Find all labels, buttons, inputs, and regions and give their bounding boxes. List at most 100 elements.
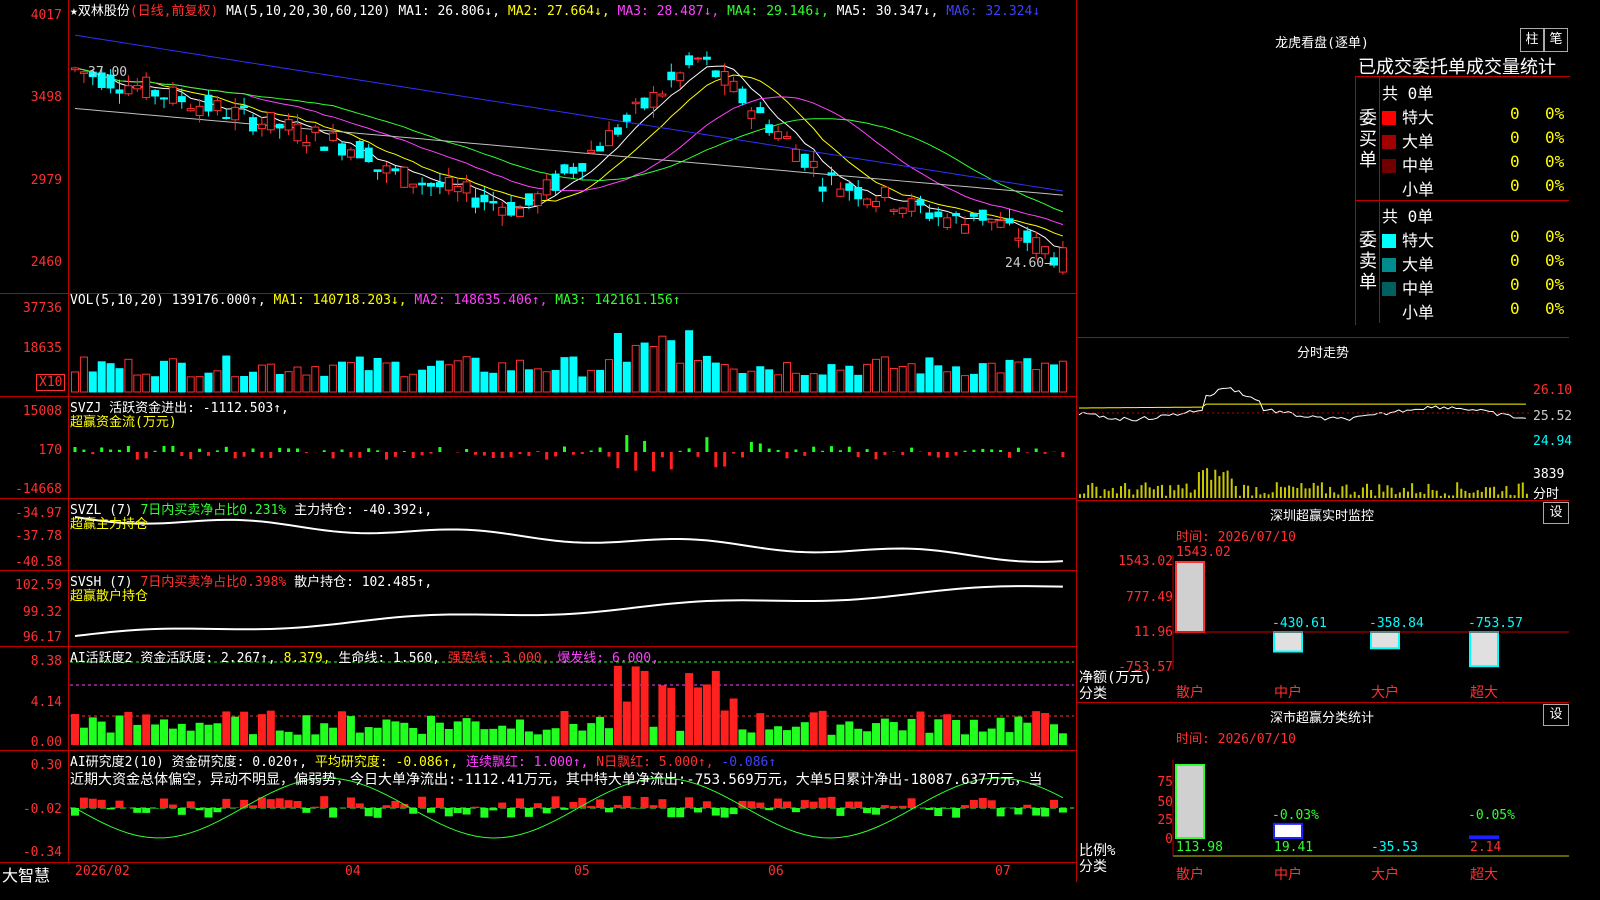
chart-area[interactable]: ★双林股份(日线,前复权) MA(5,10,20,30,60,120) MA1:…: [0, 0, 1076, 885]
fundflow-bar: [242, 452, 246, 457]
research-bar: [711, 808, 720, 816]
intraday-vol-bar: [1333, 492, 1336, 498]
svzj-axis-label: -14668: [15, 482, 62, 497]
activity-bar: [889, 722, 898, 745]
candle-body: [978, 209, 987, 221]
volume-bar: [329, 364, 338, 393]
research-bar: [115, 800, 124, 808]
intraday-vol-bar: [1288, 485, 1291, 498]
activity-bar: [658, 685, 667, 745]
monitor-bar: [1469, 631, 1499, 668]
activity-bar: [480, 729, 489, 745]
candle-body: [1032, 237, 1041, 254]
chart-mode[interactable]: (日线,前复权): [130, 4, 218, 19]
research-bar: [756, 802, 765, 808]
fundflow-bar: [509, 452, 513, 458]
activity-bar: [364, 727, 373, 745]
research-bar: [418, 796, 427, 808]
research-bar: [658, 799, 667, 808]
candle-body: [329, 132, 338, 141]
fundflow-bar: [714, 452, 718, 468]
volume-bar: [142, 373, 151, 393]
fundflow-bar: [830, 446, 833, 452]
volume-bar: [409, 373, 418, 393]
activity-bar: [907, 718, 916, 745]
activity-bar: [1058, 733, 1067, 745]
activity-bar: [435, 722, 444, 745]
ma-prefix: MA(5,10,20,30,60,120): [226, 4, 391, 19]
intraday-vol-bar: [1329, 486, 1332, 498]
research-bar: [729, 808, 738, 815]
svzj-axis-label: 15008: [22, 404, 62, 419]
candle-body: [809, 160, 818, 168]
volume-bar: [1005, 359, 1014, 393]
candle-body: [231, 106, 240, 121]
intraday-vol-bar: [1083, 493, 1086, 498]
activity-bar: [542, 729, 551, 745]
activity-bar: [809, 712, 818, 745]
fundflow-bar: [589, 450, 593, 452]
vol-ma1: MA1: 140718.203↓,: [273, 293, 407, 308]
activity-bar: [231, 716, 240, 745]
activity-bar: [667, 687, 676, 745]
volume-bar: [453, 360, 462, 393]
candle-body: [142, 76, 151, 99]
research-bar: [800, 800, 809, 808]
fundflow-bar: [812, 446, 816, 452]
intraday-vol-bar: [1419, 492, 1422, 498]
candle-body: [729, 80, 738, 93]
research-bar: [79, 797, 88, 808]
fundflow-bar: [385, 452, 388, 460]
fundflow-bar: [118, 449, 121, 452]
fundflow-bar: [349, 452, 353, 458]
candle-body: [373, 169, 382, 172]
activity-bar: [142, 714, 151, 745]
candle-body: [818, 186, 827, 192]
fundflow-bar: [981, 448, 985, 452]
fundflow-bar: [91, 452, 95, 455]
research-bar: [435, 797, 444, 808]
activity-bar: [560, 710, 569, 745]
fundflow-bar: [821, 450, 825, 452]
intraday-vol-bar: [1435, 490, 1438, 498]
candle-body: [516, 207, 524, 217]
volume-bar: [702, 355, 711, 393]
candle-body: [934, 211, 943, 218]
activity-bar: [961, 734, 969, 745]
candle-body: [275, 123, 284, 129]
candle-body: [756, 107, 765, 114]
activity-bar: [916, 711, 925, 745]
research-bar: [551, 796, 560, 808]
ai-active-axis-label: 8.38: [30, 654, 62, 669]
activity-bar: [836, 724, 845, 745]
intraday-vol-bar: [1464, 490, 1467, 498]
activity-bar: [329, 727, 338, 745]
candle-body: [720, 71, 729, 86]
volume-bar: [1058, 360, 1067, 393]
fundflow-bar: [465, 449, 469, 452]
activity-bar: [124, 711, 133, 745]
intraday-vol-bar: [1230, 478, 1233, 498]
intraday-vol-bar: [1169, 485, 1172, 498]
intraday-vol-bar: [1468, 493, 1471, 498]
fundflow-bar: [402, 451, 406, 452]
volume-bar: [195, 376, 204, 393]
chart-canvas[interactable]: [0, 0, 1076, 882]
fundflow-bar: [482, 452, 486, 456]
intraday-vol-bar: [1517, 483, 1520, 498]
activity-bar: [427, 715, 435, 745]
activity-bar: [507, 728, 516, 745]
candle-body: [551, 173, 560, 191]
activity-bar: [79, 727, 88, 745]
fundflow-bar: [189, 452, 193, 459]
volume-bar: [1014, 361, 1023, 393]
activity-bar: [622, 701, 631, 745]
research-bar: [346, 797, 355, 808]
intraday-vol-bar: [1431, 489, 1434, 498]
candle-body: [1041, 246, 1050, 255]
activity-bar: [266, 710, 275, 745]
fundflow-bar: [705, 437, 709, 452]
intraday-vol-bar: [1234, 485, 1237, 498]
fundflow-bar: [1061, 452, 1065, 458]
activity-bar: [694, 687, 702, 745]
